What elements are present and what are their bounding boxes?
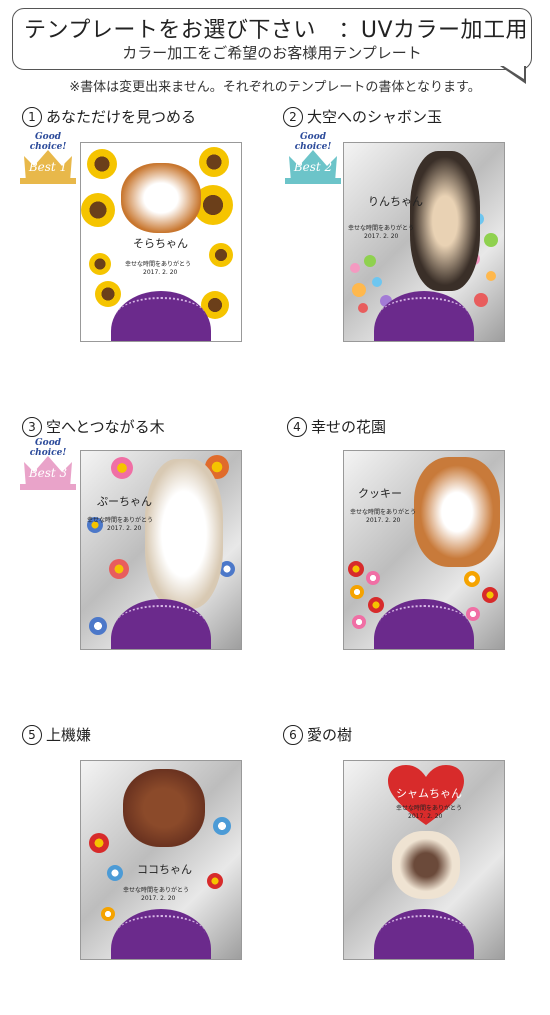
best2-badge: Good choice! Best 2 (283, 132, 343, 188)
pet-message: 幸せな時間をありがとう (87, 517, 154, 524)
template-1[interactable]: 1 あなただけを見つめる Good choice! Best 1 そらちゃん 幸… (0, 100, 275, 360)
pet-name: シャムちゃん (396, 787, 462, 800)
page-subtitle: カラー加工をご希望のお客様用テンプレート (122, 44, 422, 62)
pet-name: クッキー (358, 487, 402, 500)
template-5-label: 5 上機嫌 (22, 724, 91, 745)
pet-photo (414, 457, 500, 567)
template-title: あなただけを見つめる (46, 108, 197, 126)
template-title: 幸せの花園 (311, 418, 387, 436)
pet-photo (123, 769, 205, 847)
pet-photo (145, 459, 223, 609)
pet-date: 2017. 2. 20 (143, 269, 178, 276)
pet-date: 2017. 2. 20 (366, 517, 401, 524)
purple-arc (374, 599, 474, 649)
best1-badge: Good choice! Best 1 (18, 132, 78, 188)
purple-arc (111, 909, 211, 959)
template-2-label: 2 大空へのシャボン玉 (283, 106, 442, 127)
pet-message: 幸せな時間をありがとう (350, 509, 417, 516)
template-title: 上機嫌 (46, 726, 92, 744)
pet-date: 2017. 2. 20 (141, 895, 176, 902)
pet-message: 幸せな時間をありがとう (396, 805, 463, 812)
template-6-preview: シャムちゃん 幸せな時間をありがとう 2017. 2. 20 (343, 760, 505, 960)
pet-date: 2017. 2. 20 (107, 525, 142, 532)
pet-name: ココちゃん (137, 863, 192, 876)
pet-message: 幸せな時間をありがとう (123, 887, 190, 894)
template-5-preview: ココちゃん 幸せな時間をありがとう 2017. 2. 20 (80, 760, 242, 960)
pet-photo (121, 163, 201, 233)
best3-badge: Good choice! Best 3 (18, 438, 78, 494)
pet-photo (392, 831, 460, 899)
pet-message: 幸せな時間をありがとう (125, 261, 192, 268)
template-5[interactable]: 5 上機嫌 ココちゃん 幸せな時間をありがとう 2017. 2. 20 (0, 720, 275, 980)
template-title: 愛の樹 (307, 726, 353, 744)
template-2-preview: りんちゃん 幸せな時間をありがとう 2017. 2. 20 (343, 142, 505, 342)
template-1-label: 1 あなただけを見つめる (22, 106, 196, 127)
template-title: 空へとつながる木 (46, 418, 165, 436)
pet-photo (410, 151, 480, 291)
pet-name: ぷーちゃん (97, 495, 152, 508)
pet-name: そらちゃん (133, 237, 188, 250)
template-1-preview: そらちゃん 幸せな時間をありがとう 2017. 2. 20 (80, 142, 242, 342)
pet-message: 幸せな時間をありがとう (348, 225, 415, 232)
template-3-preview: ぷーちゃん 幸せな時間をありがとう 2017. 2. 20 (80, 450, 242, 650)
template-6[interactable]: 6 愛の樹 シャムちゃん 幸せな時間をありがとう 2017. 2. 20 (275, 720, 550, 980)
template-4[interactable]: 4 幸せの花園 クッキー 幸せな時間をありがとう 2017. 2. 20 (275, 410, 550, 670)
template-3-label: 3 空へとつながる木 (22, 416, 165, 437)
template-2[interactable]: 2 大空へのシャボン玉 Good choice! Best 2 りんちゃん 幸せ… (275, 100, 550, 360)
pet-date: 2017. 2. 20 (364, 233, 399, 240)
purple-arc (111, 291, 211, 341)
template-4-label: 4 幸せの花園 (287, 416, 386, 437)
template-4-preview: クッキー 幸せな時間をありがとう 2017. 2. 20 (343, 450, 505, 650)
template-3[interactable]: 3 空へとつながる木 Good choice! Best 3 ぷーちゃん 幸せな… (0, 410, 275, 670)
template-number: 1 (22, 106, 42, 127)
pet-date: 2017. 2. 20 (408, 813, 443, 820)
template-title: 大空へのシャボン玉 (307, 108, 443, 126)
template-6-label: 6 愛の樹 (283, 724, 352, 745)
font-note: ※書体は変更出来ません。それぞれのテンプレートの書体となります。 (69, 80, 481, 95)
pet-name: りんちゃん (368, 195, 423, 208)
header-bubble: テンプレートをお選び下さい ：UVカラー加工用 カラー加工をご希望のお客様用テン… (12, 8, 534, 84)
purple-arc (374, 909, 474, 959)
page-title: テンプレートをお選び下さい ：UVカラー加工用 (24, 18, 528, 43)
